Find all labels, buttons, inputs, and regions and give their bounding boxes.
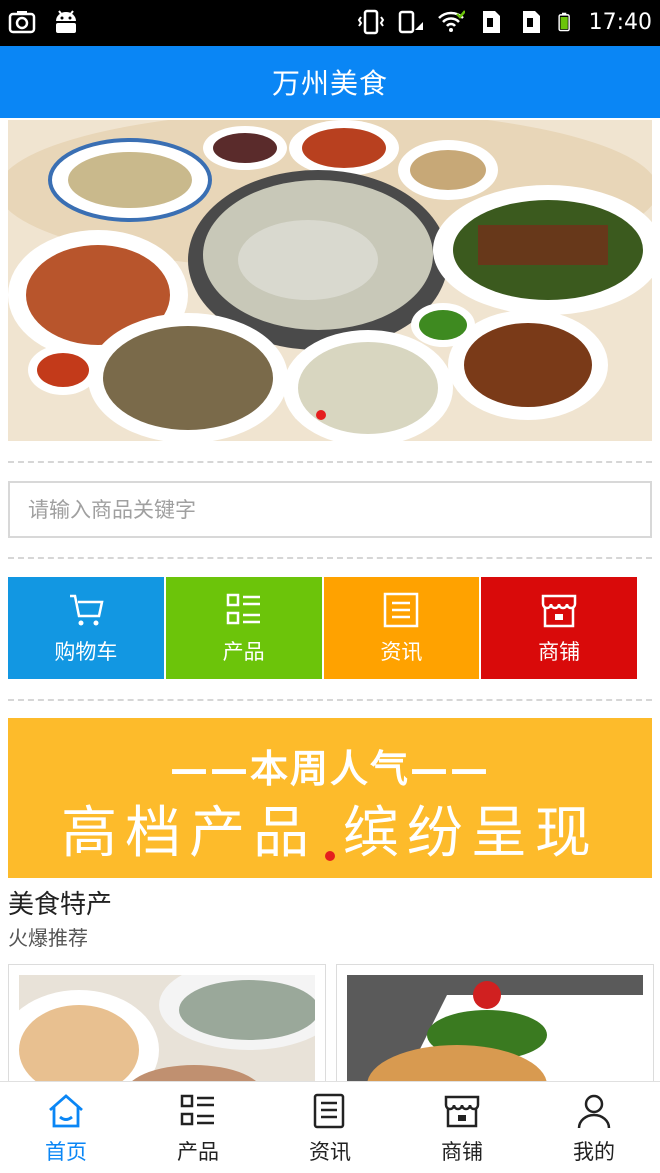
nav-label: 我的: [573, 1140, 615, 1164]
banner-carousel[interactable]: [8, 120, 652, 441]
cart-icon: [69, 594, 104, 626]
page-title: 万州美食: [271, 67, 388, 100]
carousel-dot[interactable]: [294, 410, 304, 420]
food-banner-image: [8, 120, 652, 441]
divider: [8, 699, 652, 701]
home-icon: [49, 1094, 83, 1128]
nav-label: 首页: [45, 1140, 87, 1164]
nav-home[interactable]: 首页: [0, 1082, 132, 1173]
tile-label: 资讯: [380, 640, 423, 664]
product-card[interactable]: [8, 964, 326, 1094]
nav-label: 产品: [177, 1140, 219, 1164]
divider: [8, 461, 652, 463]
news-icon: [313, 1093, 345, 1129]
sim1-icon: [482, 11, 500, 33]
nav-store[interactable]: 商铺: [396, 1082, 528, 1173]
bottom-nav: 首页 产品 资讯 商铺 我的: [0, 1081, 660, 1173]
search-box[interactable]: [8, 481, 652, 538]
carousel-indicator: [294, 410, 326, 420]
store-icon: [541, 594, 577, 628]
tile-cart[interactable]: 购物车: [8, 577, 164, 679]
clock: 17:40: [588, 9, 652, 35]
promo-banner[interactable]: ——本周人气—— 高档产品 缤纷呈现: [8, 718, 652, 878]
battery-icon: [558, 12, 570, 32]
nav-label: 资讯: [309, 1140, 351, 1164]
phone-signal-icon: [398, 10, 423, 34]
nav-label: 商铺: [441, 1140, 483, 1164]
search-input[interactable]: [28, 497, 650, 522]
camera-icon: [8, 11, 36, 34]
nav-profile[interactable]: 我的: [528, 1082, 660, 1173]
app-bar: 万州美食: [0, 46, 660, 118]
wifi-icon: [437, 10, 465, 32]
nav-products[interactable]: 产品: [132, 1082, 264, 1173]
tile-products[interactable]: 产品: [165, 577, 322, 679]
category-tiles: 购物车 产品 资讯 商铺: [8, 577, 637, 679]
user-icon: [577, 1094, 611, 1129]
tile-news[interactable]: 资讯: [323, 577, 480, 679]
section-subtitle: 火爆推荐: [8, 926, 88, 950]
section-title: 美食特产: [8, 890, 113, 920]
carousel-dot-active[interactable]: [316, 410, 326, 420]
nav-news[interactable]: 资讯: [264, 1082, 396, 1173]
android-icon: [56, 10, 76, 33]
vibrate-icon: [357, 9, 384, 35]
sim2-icon: [522, 11, 540, 33]
tile-store[interactable]: 商铺: [481, 577, 637, 679]
tile-label: 产品: [222, 640, 265, 664]
product-image: [347, 975, 643, 1093]
tile-label: 购物车: [54, 640, 118, 664]
news-icon: [384, 592, 419, 628]
list-icon: [180, 1094, 214, 1126]
promo-carousel-dot[interactable]: [325, 851, 335, 861]
tile-label: 商铺: [538, 640, 581, 664]
list-icon: [226, 593, 260, 625]
promo-headline: ——本周人气——: [169, 747, 490, 791]
product-card[interactable]: [336, 964, 654, 1094]
product-image: [19, 975, 315, 1093]
divider: [8, 557, 652, 559]
status-bar: 17:40: [0, 0, 660, 46]
store-icon: [444, 1095, 480, 1128]
